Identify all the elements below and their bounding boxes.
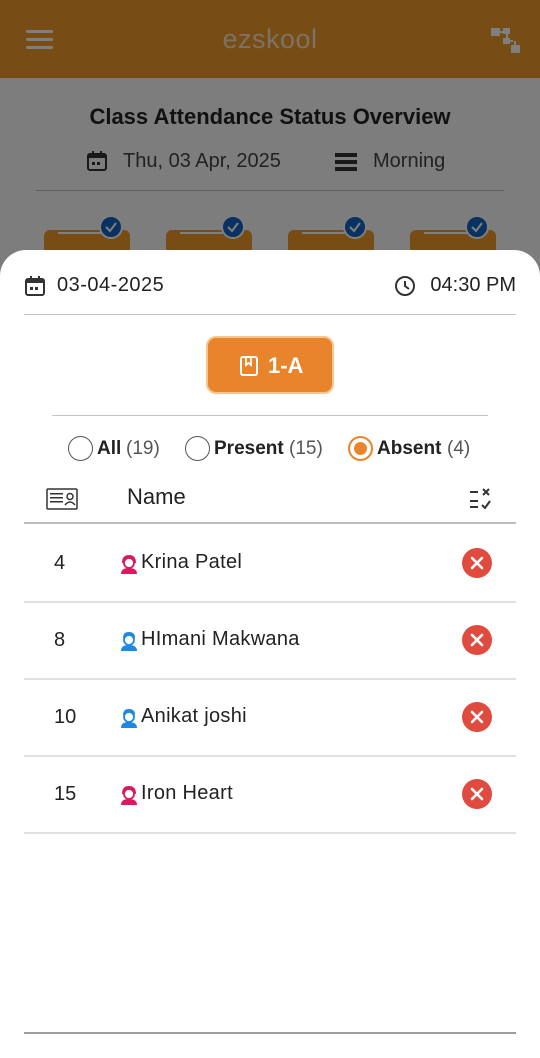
sheet-bottom-divider	[24, 1032, 516, 1034]
absent-x-icon[interactable]	[462, 548, 492, 578]
filter-all-count: (19)	[126, 438, 160, 459]
filter-all[interactable]: All (19)	[68, 436, 168, 462]
roll-number: 8	[54, 629, 66, 651]
roll-number: 4	[54, 552, 66, 574]
class-button[interactable]: 1-A	[206, 336, 334, 394]
filter-absent[interactable]: Absent (4)	[348, 436, 478, 462]
roll-number: 15	[54, 783, 77, 805]
radio-present[interactable]	[185, 436, 210, 461]
student-name: Krina Patel	[141, 551, 243, 573]
absent-x-icon[interactable]	[462, 625, 492, 655]
absent-x-icon[interactable]	[462, 779, 492, 809]
table-row[interactable]: 4 Krina Patel	[24, 526, 516, 603]
filter-absent-count: (4)	[447, 438, 471, 459]
id-card-icon	[46, 488, 78, 510]
female-student-icon	[119, 553, 139, 575]
divider	[52, 415, 488, 416]
radio-absent-selected[interactable]	[348, 436, 373, 461]
roll-number: 10	[54, 706, 77, 728]
table-header: Name	[24, 478, 516, 524]
male-student-icon	[119, 707, 139, 729]
absent-x-icon[interactable]	[462, 702, 492, 732]
filter-present-label: Present	[214, 438, 284, 459]
table-row[interactable]: 15 Iron Heart	[24, 757, 516, 834]
radio-all[interactable]	[68, 436, 93, 461]
filter-present[interactable]: Present (15)	[185, 436, 330, 462]
name-column-header: Name	[127, 484, 186, 509]
filter-all-label: All	[97, 438, 122, 459]
student-name: Anikat joshi	[141, 705, 247, 727]
table-row[interactable]: 10 Anikat joshi	[24, 680, 516, 757]
calendar-icon	[24, 275, 46, 297]
book-icon	[239, 355, 259, 377]
filter-present-count: (15)	[289, 438, 323, 459]
student-name: Iron Heart	[141, 782, 233, 804]
filter-absent-label: Absent	[377, 438, 442, 459]
sheet-time: 04:30 PM	[430, 274, 516, 296]
divider	[24, 314, 516, 315]
female-student-icon	[119, 784, 139, 806]
class-label: 1-A	[268, 353, 304, 378]
clock-icon	[394, 275, 416, 297]
table-row[interactable]: 8 HImani Makwana	[24, 603, 516, 680]
sheet-date: 03-04-2025	[57, 274, 165, 296]
student-name: HImani Makwana	[141, 628, 300, 650]
male-student-icon	[119, 630, 139, 652]
sheet-date-time-row: 03-04-2025 04:30 PM	[24, 272, 516, 300]
attendance-mark-icon[interactable]	[468, 486, 492, 512]
attendance-bottom-sheet: 03-04-2025 04:30 PM 1-A All (19) Present…	[0, 250, 540, 1058]
